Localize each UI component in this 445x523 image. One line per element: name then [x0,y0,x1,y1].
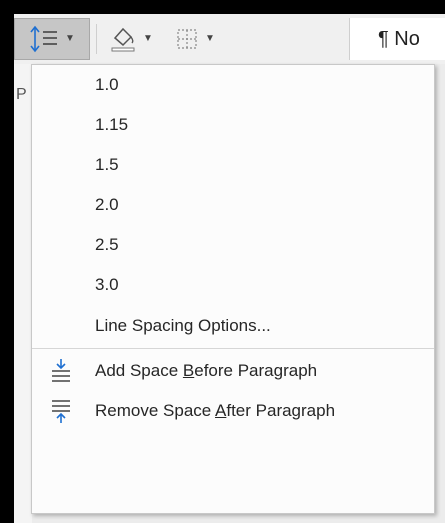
borders-button[interactable]: ▼ [166,18,224,60]
chevron-down-icon: ▼ [65,33,75,44]
menu-item-label: Remove Space After Paragraph [95,401,336,420]
menu-item-label: 1.15 [95,115,129,134]
menu-item-label: Line Spacing Options... [95,316,271,335]
paint-bucket-icon [111,27,135,52]
chevron-down-icon: ▼ [143,33,153,44]
document-text-fragment: P [16,86,27,103]
menu-item-spacing-3-0[interactable]: 3.0 [32,265,434,305]
line-spacing-button[interactable]: ▼ [14,18,90,60]
menu-item-line-spacing-options[interactable]: Line Spacing Options... [32,306,434,346]
menu-item-spacing-2-5[interactable]: 2.5 [32,225,434,265]
borders-icon [177,29,197,49]
menu-item-spacing-1-15[interactable]: 1.15 [32,105,434,145]
menu-item-label: 1.0 [95,75,119,94]
menu-item-label: 2.0 [95,195,119,214]
menu-item-add-space-before[interactable]: Add Space Before Paragraph [32,351,434,391]
menu-item-spacing-1-5[interactable]: 1.5 [32,145,434,185]
menu-item-label: 2.5 [95,235,119,254]
line-spacing-icon [30,25,58,53]
add-space-before-icon [46,356,76,386]
menu-divider [32,348,434,349]
menu-item-spacing-2-0[interactable]: 2.0 [32,185,434,225]
menu-item-label: Add Space Before Paragraph [95,361,318,380]
paragraph-toolbar: ▼ ▼ ▼ ¶ No [14,14,445,64]
line-spacing-menu: 1.0 1.15 1.5 2.0 2.5 3.0 Line Spacing Op… [31,64,435,514]
menu-item-spacing-1-0[interactable]: 1.0 [32,65,434,105]
chevron-down-icon: ▼ [205,33,215,44]
menu-item-remove-space-after[interactable]: Remove Space After Paragraph [32,391,434,431]
style-gallery-normal[interactable]: ¶ No [349,18,445,60]
remove-space-after-icon [46,396,76,426]
document-edge: P [14,64,32,523]
menu-item-label: 1.5 [95,155,119,174]
shading-button[interactable]: ▼ [102,18,160,60]
toolbar-divider [96,24,97,54]
menu-item-label: 3.0 [95,275,119,294]
